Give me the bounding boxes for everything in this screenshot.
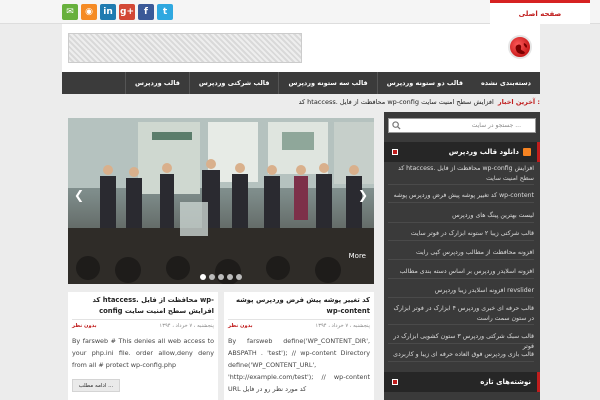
sidebar-link[interactable]: لیست بهترین پینگ های وردپرس [388, 211, 534, 223]
ticker-label: آخرین اخبار : [497, 98, 540, 106]
post-meta: پنجشنبه ، ۷ خرداد ، ۱۳۹۴ [315, 323, 370, 329]
nav-item-corporate[interactable]: قالب شرکتی وردپرس [188, 72, 279, 94]
rss-icon[interactable]: ◉ [81, 4, 97, 20]
slider-next-icon[interactable]: ❯ [358, 188, 368, 202]
sidebar-link[interactable]: قالب حرفه ای خبری وردپرس ۴ ابزارک در فوت… [388, 304, 534, 325]
facebook-icon[interactable]: f [138, 4, 154, 20]
main-nav: دسته‌بندی نشده قالب دو ستونه وردپرس قالب… [62, 72, 540, 94]
slider-dots [68, 274, 374, 280]
post-title[interactable]: کد htaccess. محافظت از فایل wp-config اف… [72, 295, 214, 320]
widget-title-text: دانلود قالب وردپرس [448, 148, 519, 156]
search-icon[interactable] [392, 121, 401, 130]
post-meta: پنجشنبه ، ۷ خرداد ، ۱۳۹۴ [159, 323, 214, 329]
sidebar-link[interactable]: افزونه اسلایدر وردپرس بر اساس دسته بندی … [388, 267, 534, 279]
ticker-link[interactable]: کد htaccess. محافظت از فایل wp-config اف… [299, 98, 494, 106]
slider-prev-icon[interactable]: ❮ [74, 188, 84, 202]
globe-icon [515, 43, 528, 55]
slider-dot[interactable] [227, 274, 233, 280]
slider-dot[interactable] [200, 274, 206, 280]
slider-dot[interactable] [209, 274, 215, 280]
square-icon [392, 149, 398, 155]
google-plus-icon[interactable]: g+ [119, 4, 135, 20]
twitter-icon[interactable]: t [157, 4, 173, 20]
post-excerpt: By farsweb # This denies all web access … [72, 337, 214, 369]
slider-more-link[interactable]: More [349, 252, 366, 260]
post-title[interactable]: کد تغییر پوشه پیش فرض وردپرس پوشه wp-con… [228, 295, 370, 320]
top-bar: ✉ ◉ in g+ f t صفحه اصلی [0, 0, 600, 24]
post-card: کد تغییر پوشه پیش فرض وردپرس پوشه wp-con… [224, 292, 374, 400]
featured-slider[interactable]: ❮ ❯ More [68, 118, 374, 284]
slider-dot[interactable] [236, 274, 242, 280]
social-links: ✉ ◉ in g+ f t [62, 4, 173, 20]
post-comments-label[interactable]: بدون نظر [228, 323, 253, 329]
site-logo[interactable] [508, 35, 532, 59]
post-card: کد htaccess. محافظت از فایل wp-config اف… [68, 292, 218, 400]
sidebar-link[interactable]: افزونه اسلایدر زیبا وردپرس revslider [388, 286, 534, 298]
header-banner-ad[interactable] [68, 33, 302, 63]
rss-icon[interactable] [523, 148, 531, 156]
post-date: پنجشنبه ، ۷ خرداد ، ۱۳۹۴ [315, 323, 370, 329]
nav-item-two-column[interactable]: قالب دو ستونه وردپرس [376, 72, 472, 94]
read-more-button[interactable]: ادامه مطلب ... [72, 379, 120, 392]
site-header [62, 24, 540, 72]
widget-title: نوشته‌های تازه [384, 372, 540, 392]
sidebar-link[interactable]: قالب بازی وردپرس فوق العاده حرفه ای زیبا… [388, 350, 534, 362]
sidebar-link[interactable]: قالب سبک شرکتی وردپرس ۳ ستون کشویی ابزار… [388, 332, 534, 350]
news-ticker: آخرین اخبار : کد htaccess. محافظت از فای… [62, 94, 540, 110]
post-comments[interactable]: بدون نظر [72, 323, 97, 329]
sidebar-link[interactable]: قالب شرکتی زیبا ۲ ستونه ابزارک در فوتر س… [388, 229, 534, 241]
post-date: پنجشنبه ، ۷ خرداد ، ۱۳۹۴ [159, 323, 214, 329]
email-icon[interactable]: ✉ [62, 4, 78, 20]
search-placeholder: جستجو در سایت ... [471, 122, 521, 129]
search-field[interactable]: جستجو در سایت ... [388, 118, 536, 133]
slide-image [68, 118, 374, 284]
post-excerpt: By farsweb define('WP_CONTENT_DIR', ABSP… [228, 337, 370, 393]
sidebar-link[interactable]: کد تغییر پوشه پیش فرض وردپرس پوشه wp-con… [388, 191, 534, 203]
square-icon [392, 379, 398, 385]
slider-dot[interactable] [218, 274, 224, 280]
widget-title: دانلود قالب وردپرس [384, 142, 540, 162]
post-comments-label[interactable]: بدون نظر [72, 323, 97, 329]
post-comments[interactable]: بدون نظر [228, 323, 253, 329]
nav-item-uncategorized[interactable]: دسته‌بندی نشده [472, 72, 540, 94]
widget-title-text: نوشته‌های تازه [480, 378, 531, 386]
sidebar-link[interactable]: افزونه محافظت از مطالب وردپرس کپی رایت [388, 248, 534, 260]
sidebar: جستجو در سایت ... دانلود قالب وردپرس کد … [384, 112, 540, 400]
nav-item-three-column[interactable]: قالب سه ستونه وردپرس [278, 72, 376, 94]
linkedin-icon[interactable]: in [100, 4, 116, 20]
home-link[interactable]: صفحه اصلی [490, 0, 590, 24]
sidebar-link[interactable]: کد htaccess. محافظت از فایل wp-config اف… [388, 164, 534, 185]
nav-item-wordpress-theme[interactable]: قالب وردپرس [125, 72, 189, 94]
